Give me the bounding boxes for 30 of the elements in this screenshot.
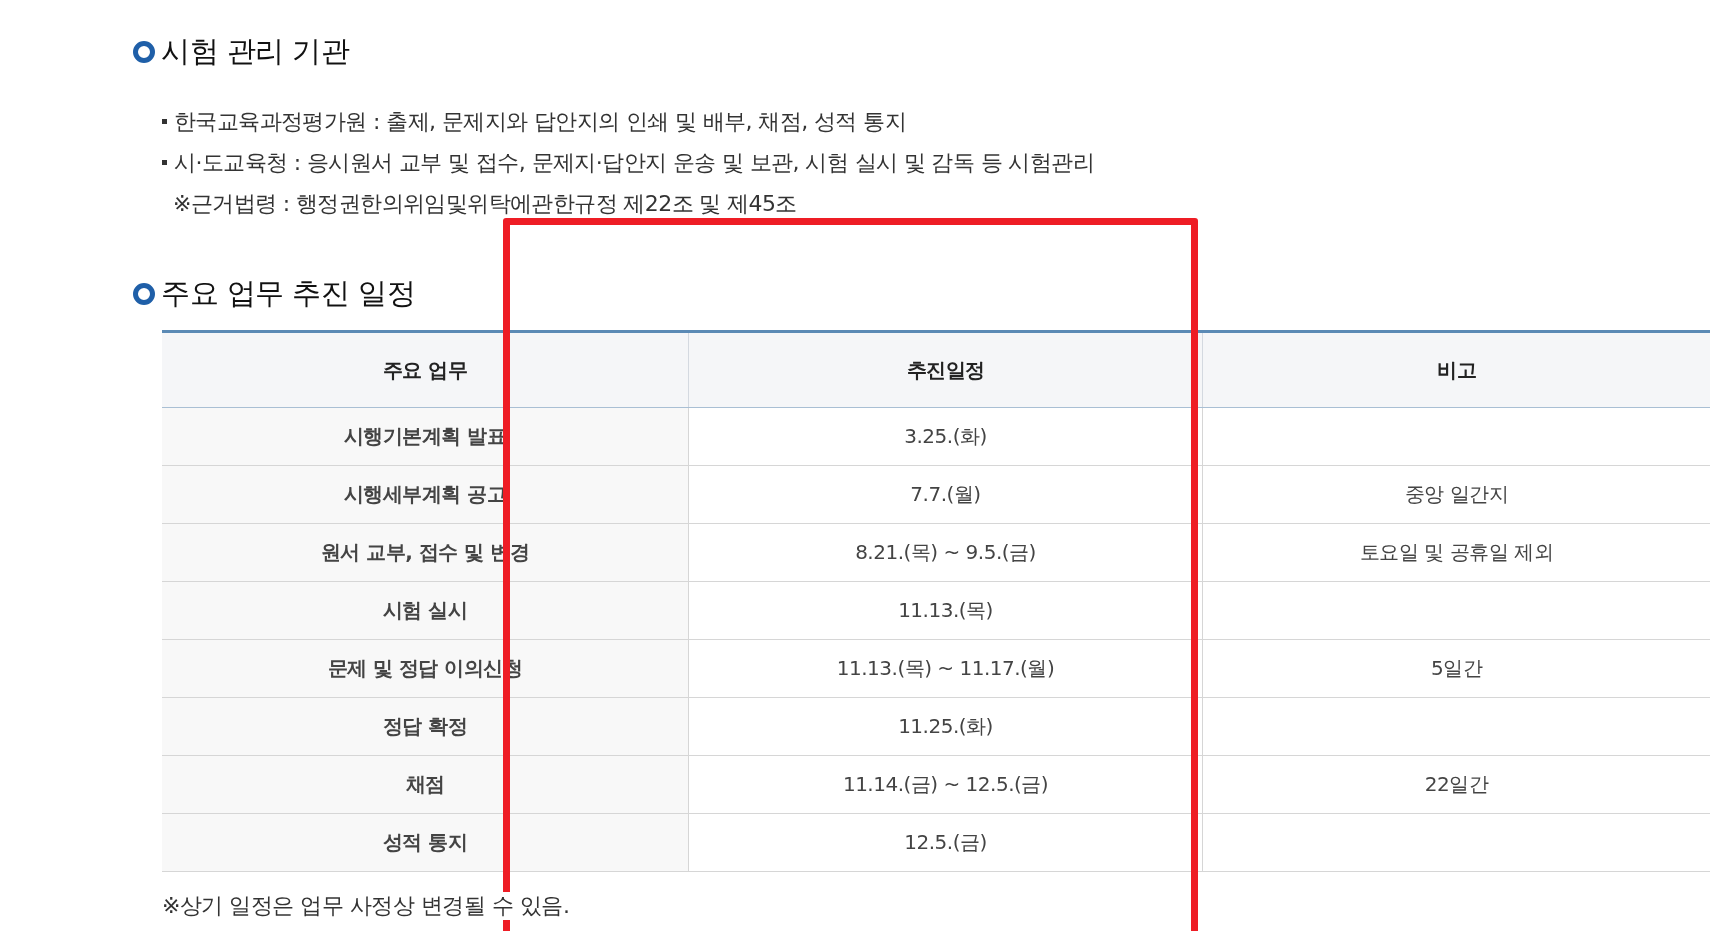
column-header: 추진일정 bbox=[688, 331, 1203, 408]
table-cell: 채점 bbox=[162, 755, 689, 814]
table-cell: 22일간 bbox=[1202, 755, 1710, 814]
table-cell: 7.7.(월) bbox=[688, 465, 1203, 524]
footnote: ※상기 일정은 업무 사정상 변경될 수 있음. bbox=[162, 892, 570, 920]
table-cell: 시험 실시 bbox=[162, 581, 689, 640]
table-cell: 11.13.(목) bbox=[688, 581, 1203, 640]
list-text: 시·도교육청 : 응시원서 교부 및 접수, 문제지·답안지 운송 및 보관, 시험 실시 및 감독 등 시험관리 bbox=[174, 148, 1095, 177]
table-cell: 3.25.(화) bbox=[688, 407, 1203, 466]
column-header: 비고 bbox=[1202, 331, 1710, 408]
section-heading: 주요 업무 추진 일정 bbox=[161, 275, 416, 312]
bullet-icon bbox=[162, 119, 167, 124]
list-text: ※근거법령 : 행정권한의위임및위탁에관한규정 제22조 및 제45조 bbox=[173, 189, 797, 218]
table-cell: 8.21.(목) ~ 9.5.(금) bbox=[688, 523, 1203, 582]
table-cell: 12.5.(금) bbox=[688, 813, 1203, 872]
table-cell: 5일간 bbox=[1202, 639, 1710, 698]
table-cell: 시행기본계획 발표 bbox=[162, 407, 689, 466]
table-cell: 11.14.(금) ~ 12.5.(금) bbox=[688, 755, 1203, 814]
circle-icon bbox=[133, 41, 155, 63]
column-header: 주요 업무 bbox=[162, 331, 689, 408]
table-cell: 토요일 및 공휴일 제외 bbox=[1202, 523, 1710, 582]
table-cell: 정답 확정 bbox=[162, 697, 689, 756]
table-cell: 성적 통지 bbox=[162, 813, 689, 872]
table-cell: 11.25.(화) bbox=[688, 697, 1203, 756]
section-heading: 시험 관리 기관 bbox=[161, 33, 350, 70]
circle-icon bbox=[133, 283, 155, 305]
bullet-icon bbox=[162, 160, 167, 165]
list-text: 한국교육과정평가원 : 출제, 문제지와 답안지의 인쇄 및 배부, 채점, 성적 통지 bbox=[174, 107, 906, 136]
table-cell: 11.13.(목) ~ 11.17.(월) bbox=[688, 639, 1203, 698]
table-cell: 중앙 일간지 bbox=[1202, 465, 1710, 524]
